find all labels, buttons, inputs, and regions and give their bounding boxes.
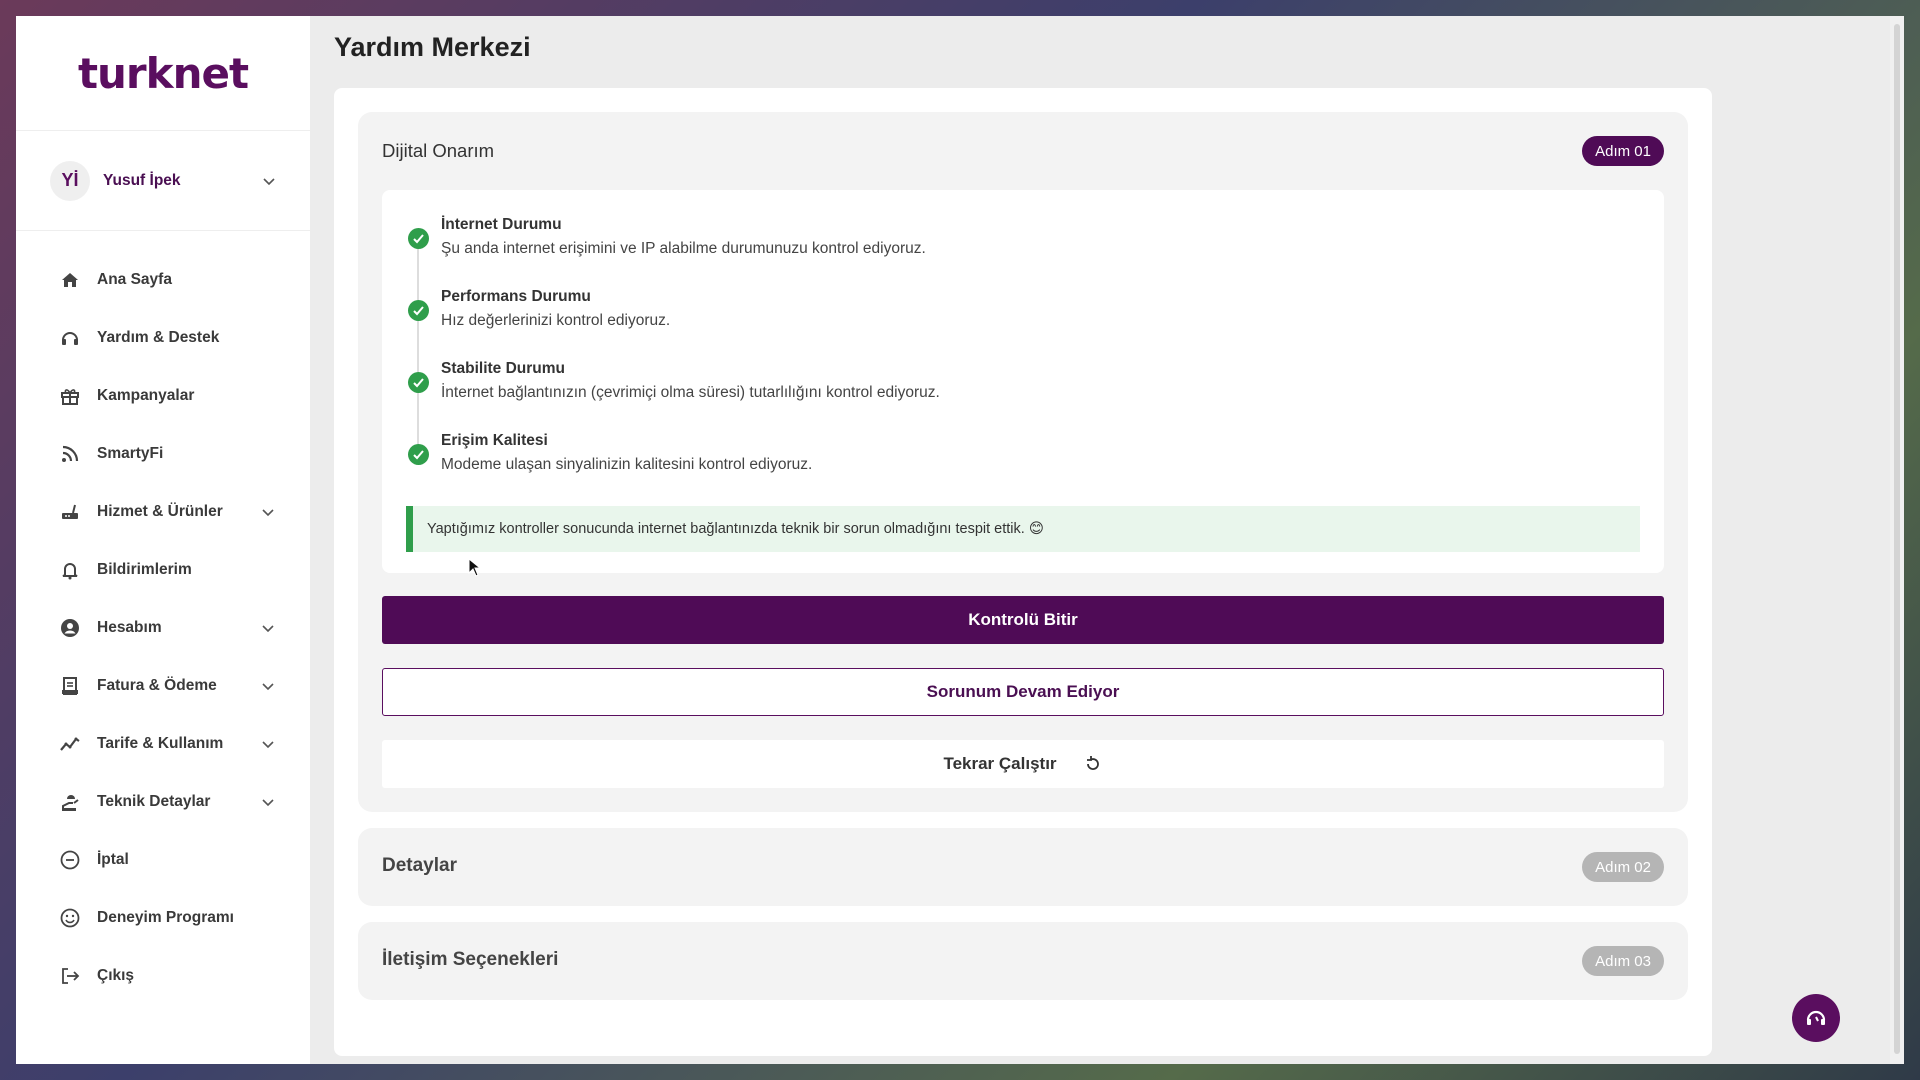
scrollbar[interactable]: [1890, 16, 1904, 1064]
check-title: Performans Durumu: [441, 288, 591, 305]
check-title: İnternet Durumu: [441, 216, 562, 233]
check-circle-icon: [408, 372, 429, 393]
timeline-line: [417, 236, 419, 451]
smile-icon: [59, 907, 81, 929]
sidebar-item-tarife-kullanim[interactable]: Tarife & Kullanım: [16, 715, 310, 773]
mouse-cursor-icon: [468, 558, 482, 577]
check-list: İnternet Durumu Şu anda internet erişimi…: [382, 190, 1664, 573]
sidebar-item-label: Hesabım: [97, 619, 162, 636]
chart-line-icon: [59, 733, 81, 755]
problem-continues-button[interactable]: Sorunum Devam Ediyor: [382, 668, 1664, 716]
main-content: Yardım Merkezi Dijital Onarım Adım 01 İn…: [310, 16, 1904, 1064]
support-chat-button[interactable]: [1792, 994, 1840, 1042]
help-center-card: Dijital Onarım Adım 01 İnternet Durumu Ş…: [334, 88, 1712, 1056]
sidebar-item-cikis[interactable]: Çıkış: [16, 947, 310, 1005]
user-menu[interactable]: Yİ Yusuf İpek: [16, 131, 310, 231]
chevron-down-icon: [261, 621, 275, 635]
check-title: Erişim Kalitesi: [441, 432, 548, 449]
sidebar-item-label: Fatura & Ödeme: [97, 677, 217, 694]
finish-check-button[interactable]: Kontrolü Bitir: [382, 596, 1664, 644]
sidebar-item-label: Deneyim Programı: [97, 909, 234, 926]
sidebar-item-iptal[interactable]: İptal: [16, 831, 310, 889]
logout-icon: [59, 965, 81, 987]
headset-icon: [1806, 1010, 1826, 1025]
avatar: Yİ: [50, 160, 90, 201]
page-title: Yardım Merkezi: [334, 32, 531, 62]
sidebar-item-ana-sayfa[interactable]: Ana Sayfa: [16, 251, 310, 309]
step-badge: Adım 02: [1582, 852, 1664, 882]
check-circle-icon: [408, 300, 429, 321]
chevron-down-icon: [261, 679, 275, 693]
sidebar-item-fatura-odeme[interactable]: Fatura & Ödeme: [16, 657, 310, 715]
sidebar-item-label: Çıkış: [97, 967, 135, 984]
sidebar-item-label: Yardım & Destek: [97, 329, 220, 346]
gift-icon: [59, 385, 81, 407]
sidebar-item-label: SmartyFi: [97, 445, 164, 462]
step-badge: Adım 03: [1582, 946, 1664, 976]
check-description: Şu anda internet erişimini ve IP alabilm…: [441, 240, 926, 257]
home-icon: [59, 269, 81, 291]
sidebar-item-label: Bildirimlerim: [97, 561, 192, 578]
headset-icon: [59, 327, 81, 349]
step-title: Dijital Onarım: [382, 140, 495, 161]
sidebar: turknet Yİ Yusuf İpek Ana Sayfa Yardım &…: [16, 16, 310, 1064]
user-circle-icon: [59, 617, 81, 639]
sidebar-item-bildirimlerim[interactable]: Bildirimlerim: [16, 541, 310, 599]
technician-icon: [59, 791, 81, 813]
chevron-down-icon[interactable]: [262, 174, 276, 188]
sidebar-nav: Ana Sayfa Yardım & Destek Kampanyalar Sm…: [16, 231, 310, 1005]
step-details[interactable]: Detaylar Adım 02: [358, 828, 1688, 906]
minus-circle-icon: [59, 849, 81, 871]
sidebar-item-label: Hizmet & Ürünler: [97, 503, 223, 520]
sidebar-item-hizmet-urunler[interactable]: Hizmet & Ürünler: [16, 483, 310, 541]
sidebar-item-deneyim-programi[interactable]: Deneyim Programı: [16, 889, 310, 947]
turknet-logo[interactable]: turknet: [78, 49, 249, 98]
sidebar-item-hesabim[interactable]: Hesabım: [16, 599, 310, 657]
sidebar-item-smartyfi[interactable]: SmartyFi: [16, 425, 310, 483]
result-message: Yaptığımız kontroller sonucunda internet…: [406, 506, 1640, 552]
receipt-icon: [59, 675, 81, 697]
scrollbar-thumb[interactable]: [1894, 24, 1900, 1054]
check-description: Modeme ulaşan sinyalinizin kalitesini ko…: [441, 456, 813, 473]
refresh-icon: [1086, 756, 1099, 770]
sidebar-item-kampanyalar[interactable]: Kampanyalar: [16, 367, 310, 425]
sidebar-item-label: Ana Sayfa: [97, 271, 172, 288]
check-circle-icon: [408, 444, 429, 465]
rerun-button[interactable]: Tekrar Çalıştır: [382, 740, 1664, 788]
rss-icon: [59, 443, 81, 465]
sidebar-item-teknik-detaylar[interactable]: Teknik Detaylar: [16, 773, 310, 831]
step-title: Detaylar: [382, 855, 457, 876]
step-badge: Adım 01: [1582, 136, 1664, 166]
step-title: İletişim Seçenekleri: [382, 949, 559, 970]
step-contact-options[interactable]: İletişim Seçenekleri Adım 03: [358, 922, 1688, 1000]
check-circle-icon: [408, 228, 429, 249]
logo-area[interactable]: turknet: [16, 16, 310, 131]
app-window: turknet Yİ Yusuf İpek Ana Sayfa Yardım &…: [16, 16, 1904, 1064]
sidebar-item-label: İptal: [97, 851, 129, 868]
rerun-label: Tekrar Çalıştır: [943, 754, 1057, 773]
sidebar-item-yardim-destek[interactable]: Yardım & Destek: [16, 309, 310, 367]
sidebar-item-label: Kampanyalar: [97, 387, 195, 404]
step-digital-repair: Dijital Onarım Adım 01 İnternet Durumu Ş…: [358, 112, 1688, 812]
check-title: Stabilite Durumu: [441, 360, 566, 377]
chevron-down-icon: [261, 737, 275, 751]
user-name: Yusuf İpek: [103, 171, 181, 189]
sidebar-item-label: Teknik Detaylar: [97, 793, 211, 810]
bell-icon: [59, 559, 81, 581]
sidebar-item-label: Tarife & Kullanım: [97, 735, 224, 752]
check-description: İnternet bağlantınızın (çevrimiçi olma s…: [441, 384, 940, 401]
chevron-down-icon: [261, 795, 275, 809]
chevron-down-icon: [261, 505, 275, 519]
router-icon: [59, 501, 81, 523]
check-description: Hız değerlerinizi kontrol ediyoruz.: [441, 312, 671, 329]
